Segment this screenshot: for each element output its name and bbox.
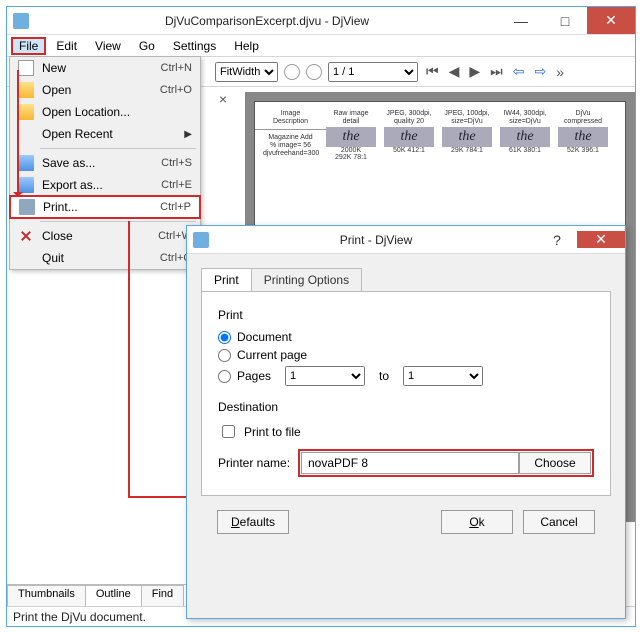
- folder-icon: [18, 82, 34, 98]
- menu-help[interactable]: Help: [226, 37, 267, 55]
- print-dialog: Print - DjView ? ✕ Print Printing Option…: [186, 225, 626, 619]
- printer-name-input[interactable]: [301, 452, 519, 474]
- document-icon: [18, 60, 34, 76]
- menu-edit[interactable]: Edit: [48, 37, 85, 55]
- app-icon: [193, 232, 209, 248]
- last-page-icon[interactable]: ⏭: [488, 63, 505, 80]
- dialog-title: Print - DjView: [215, 233, 537, 247]
- window-title: DjVuComparisonExcerpt.djvu - DjView: [35, 14, 499, 28]
- save-icon: [18, 155, 34, 171]
- panel-close-icon[interactable]: ×: [213, 91, 233, 111]
- menu-view[interactable]: View: [87, 37, 129, 55]
- zoom-in-icon[interactable]: [284, 64, 300, 80]
- cancel-button[interactable]: Cancel: [523, 510, 595, 534]
- menu-file[interactable]: File: [11, 37, 46, 55]
- tab-printing-options[interactable]: Printing Options: [251, 268, 362, 291]
- page-from-select[interactable]: 1: [285, 366, 365, 386]
- back-icon[interactable]: ⇦: [511, 63, 527, 80]
- page-select[interactable]: 1 / 1: [328, 62, 418, 82]
- dialog-close-button[interactable]: ✕: [577, 231, 625, 248]
- doc-heading: Image Description: [263, 110, 318, 125]
- folder-globe-icon: [18, 104, 34, 120]
- zoom-mode-select[interactable]: FitWidth: [215, 62, 278, 82]
- help-button[interactable]: ?: [537, 232, 577, 248]
- to-label: to: [379, 369, 389, 383]
- zoom-out-icon[interactable]: [306, 64, 322, 80]
- menu-open-location[interactable]: Open Location...: [10, 101, 200, 123]
- group-print-label: Print: [218, 308, 594, 322]
- page-to-select[interactable]: 1: [403, 366, 483, 386]
- first-page-icon[interactable]: ⏮: [424, 63, 441, 80]
- forward-icon[interactable]: ⇨: [533, 63, 549, 80]
- menu-open[interactable]: OpenCtrl+O: [10, 79, 200, 101]
- menu-export-as[interactable]: Export as...Ctrl+E: [10, 174, 200, 196]
- printer-name-label: Printer name:: [218, 456, 298, 470]
- tab-outline[interactable]: Outline: [85, 585, 142, 606]
- radio-current-page[interactable]: Current page: [218, 348, 594, 362]
- titlebar: DjVuComparisonExcerpt.djvu - DjView — □ …: [7, 7, 635, 35]
- menu-close[interactable]: CloseCtrl+W: [10, 225, 200, 247]
- annotation-arrow: [128, 221, 130, 496]
- close-button[interactable]: ✕: [587, 7, 635, 34]
- chevron-right-icon: ▶: [184, 129, 192, 140]
- menu-save-as[interactable]: Save as...Ctrl+S: [10, 152, 200, 174]
- prev-page-icon[interactable]: ◀: [447, 63, 462, 80]
- tab-find[interactable]: Find: [141, 585, 184, 606]
- menu-go[interactable]: Go: [131, 37, 163, 55]
- defaults-button[interactable]: Defaults: [217, 510, 289, 534]
- menubar: File Edit View Go Settings Help: [7, 35, 635, 57]
- minimize-button[interactable]: —: [499, 7, 543, 34]
- radio-pages[interactable]: Pages: [218, 369, 271, 383]
- ok-button[interactable]: Ok: [441, 510, 513, 534]
- file-menu: NewCtrl+N OpenCtrl+O Open Location... Op…: [9, 56, 201, 270]
- export-icon: [18, 177, 34, 193]
- menu-print[interactable]: Print...Ctrl+P: [9, 195, 201, 219]
- close-icon: [18, 228, 34, 244]
- menu-quit[interactable]: QuitCtrl+Q: [10, 247, 200, 269]
- tab-thumbnails[interactable]: Thumbnails: [7, 585, 86, 606]
- menu-new[interactable]: NewCtrl+N: [10, 57, 200, 79]
- maximize-button[interactable]: □: [543, 7, 587, 34]
- app-icon: [13, 13, 29, 29]
- menu-open-recent[interactable]: Open Recent▶: [10, 123, 200, 145]
- document-page: Image Description Magazine Add % image= …: [254, 101, 626, 241]
- overflow-icon[interactable]: »: [554, 64, 566, 80]
- tab-print[interactable]: Print: [201, 268, 252, 291]
- next-page-icon[interactable]: ▶: [467, 63, 482, 80]
- annotation-arrow: [17, 70, 19, 196]
- group-destination-label: Destination: [218, 400, 594, 414]
- menu-settings[interactable]: Settings: [165, 37, 224, 55]
- choose-button[interactable]: Choose: [519, 452, 591, 474]
- checkbox-print-to-file[interactable]: Print to file: [218, 422, 594, 441]
- radio-document[interactable]: Document: [218, 330, 594, 344]
